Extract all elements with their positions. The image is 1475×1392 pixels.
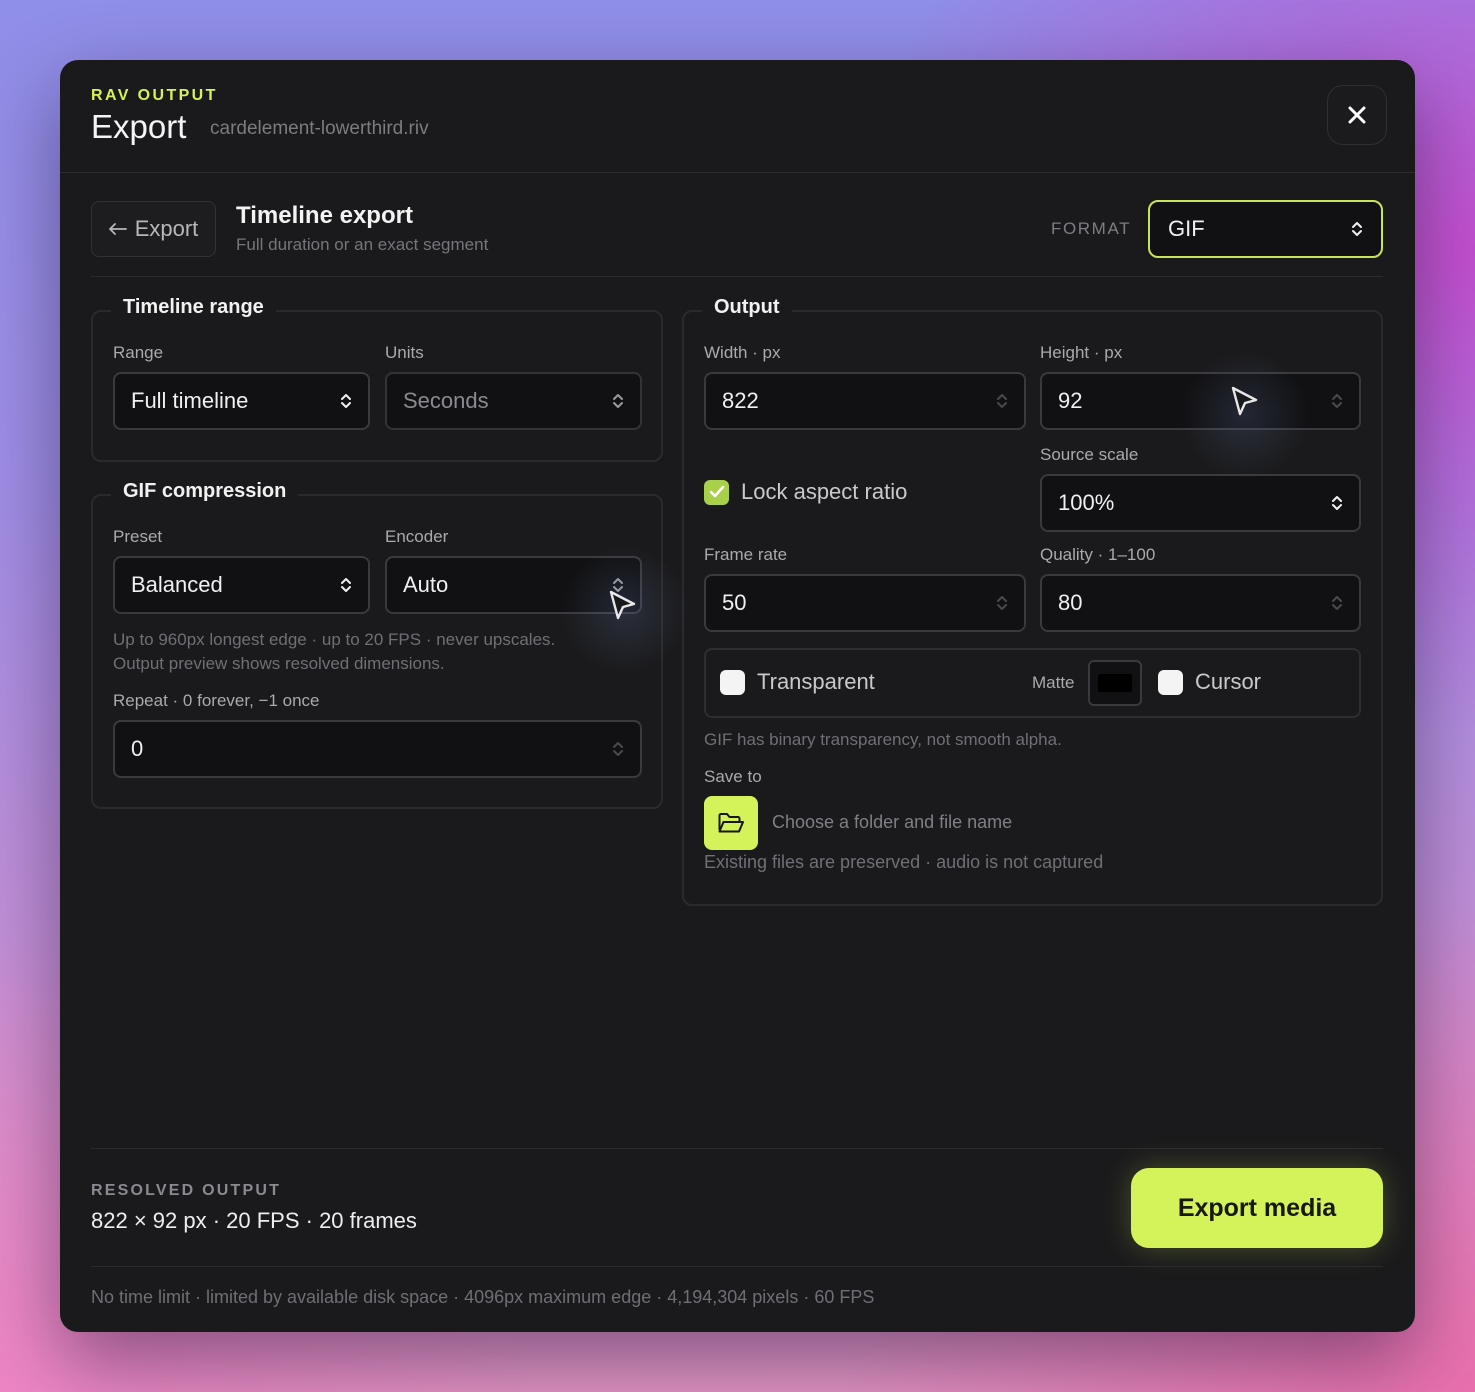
- stepper-icon[interactable]: [996, 392, 1008, 410]
- range-select[interactable]: Full timeline: [113, 372, 370, 430]
- chevron-updown-icon: [613, 394, 623, 408]
- width-label: Width · px: [704, 343, 781, 362]
- gif-compression-legend: GIF compression: [111, 480, 299, 503]
- stepper-icon[interactable]: [612, 740, 624, 758]
- check-icon: [709, 485, 724, 498]
- preset-select[interactable]: Balanced: [113, 556, 370, 614]
- footer-divider: [91, 1148, 1383, 1149]
- folder-open-icon: [718, 813, 744, 833]
- height-value: 92: [1058, 388, 1083, 413]
- subheader-divider: [91, 276, 1383, 277]
- chevron-updown-icon: [341, 578, 351, 592]
- quality-input[interactable]: 80: [1040, 574, 1361, 632]
- source-scale-select[interactable]: 100%: [1040, 474, 1361, 532]
- output-legend: Output: [702, 296, 792, 319]
- save-to-label: Save to: [704, 767, 762, 786]
- matte-label: Matte: [1032, 673, 1075, 692]
- encoder-select[interactable]: Auto: [385, 556, 642, 614]
- range-value: Full timeline: [131, 388, 249, 413]
- back-button[interactable]: Export: [91, 201, 216, 257]
- transparent-checkbox[interactable]: [720, 669, 745, 695]
- frame-rate-input[interactable]: 50: [704, 574, 1026, 632]
- arrow-left-icon: [108, 223, 127, 235]
- chevron-updown-icon: [1352, 222, 1362, 236]
- lock-aspect-row[interactable]: Lock aspect ratio: [704, 479, 907, 505]
- lock-aspect-checkbox[interactable]: [704, 479, 729, 505]
- chevron-updown-icon: [341, 394, 351, 408]
- timeline-range-legend: Timeline range: [111, 296, 276, 319]
- format-value: GIF: [1168, 216, 1205, 241]
- compression-hint-line1: Up to 960px longest edge · up to 20 FPS …: [113, 630, 556, 649]
- section-title: Timeline export: [236, 202, 413, 229]
- file-name: cardelement-lowerthird.riv: [210, 118, 429, 139]
- resolved-output-value: 822 × 92 px · 20 FPS · 20 frames: [91, 1208, 417, 1233]
- limits-divider: [91, 1266, 1383, 1267]
- matte-color-swatch[interactable]: [1088, 660, 1142, 706]
- format-select[interactable]: GIF: [1148, 200, 1383, 258]
- source-scale-label: Source scale: [1040, 445, 1139, 464]
- units-value: Seconds: [403, 388, 489, 413]
- choose-folder-button[interactable]: [704, 796, 758, 850]
- units-select[interactable]: Seconds: [385, 372, 642, 430]
- export-media-button[interactable]: Export media: [1131, 1168, 1383, 1248]
- stepper-icon[interactable]: [1331, 594, 1343, 612]
- cursor-label: Cursor: [1195, 669, 1262, 694]
- section-description: Full duration or an exact segment: [236, 235, 489, 254]
- preset-value: Balanced: [131, 572, 223, 597]
- source-scale-value: 100%: [1058, 490, 1115, 515]
- range-label: Range: [113, 343, 164, 362]
- frame-rate-label: Frame rate: [704, 545, 788, 564]
- transparency-hint: GIF has binary transparency, not smooth …: [704, 730, 1062, 749]
- encoder-value: Auto: [403, 572, 449, 597]
- transparent-row[interactable]: Transparent: [720, 669, 875, 695]
- frame-rate-value: 50: [722, 590, 747, 615]
- chevron-updown-icon: [1332, 496, 1342, 510]
- stepper-icon[interactable]: [996, 594, 1008, 612]
- repeat-input[interactable]: 0: [113, 720, 642, 778]
- stepper-icon[interactable]: [1331, 392, 1343, 410]
- close-icon: [1348, 106, 1366, 124]
- matte-color: [1098, 674, 1132, 692]
- preset-label: Preset: [113, 527, 163, 546]
- height-input[interactable]: 92: [1040, 372, 1361, 430]
- lock-aspect-label: Lock aspect ratio: [741, 479, 908, 504]
- dialog-eyebrow: RAV OUTPUT: [91, 87, 218, 104]
- encoder-label: Encoder: [385, 527, 449, 546]
- chevron-updown-icon: [613, 578, 623, 592]
- header-divider: [60, 172, 1415, 173]
- save-hint: Existing files are preserved · audio is …: [704, 852, 1104, 872]
- cursor-checkbox[interactable]: [1158, 669, 1183, 695]
- save-to-placeholder[interactable]: Choose a folder and file name: [772, 812, 1012, 833]
- cursor-row[interactable]: Cursor: [1158, 669, 1261, 695]
- transparent-label: Transparent: [757, 669, 875, 694]
- units-label: Units: [385, 343, 424, 362]
- width-input[interactable]: 822: [704, 372, 1026, 430]
- repeat-label: Repeat · 0 forever, −1 once: [113, 691, 320, 710]
- format-label: FORMAT: [1051, 219, 1132, 238]
- back-button-label: Export: [134, 216, 199, 241]
- resolved-output-label: RESOLVED OUTPUT: [91, 1182, 282, 1199]
- close-button[interactable]: [1327, 85, 1387, 145]
- quality-label: Quality · 1–100: [1040, 545, 1156, 564]
- dialog-title: Export: [91, 108, 187, 145]
- width-value: 822: [722, 388, 759, 413]
- repeat-value: 0: [131, 736, 144, 761]
- export-limits: No time limit · limited by available dis…: [91, 1287, 875, 1307]
- compression-hint-line2: Output preview shows resolved dimensions…: [113, 654, 445, 673]
- height-label: Height · px: [1040, 343, 1123, 362]
- quality-value: 80: [1058, 590, 1083, 615]
- export-dialog: RAV OUTPUT Export cardelement-lowerthird…: [60, 60, 1415, 1332]
